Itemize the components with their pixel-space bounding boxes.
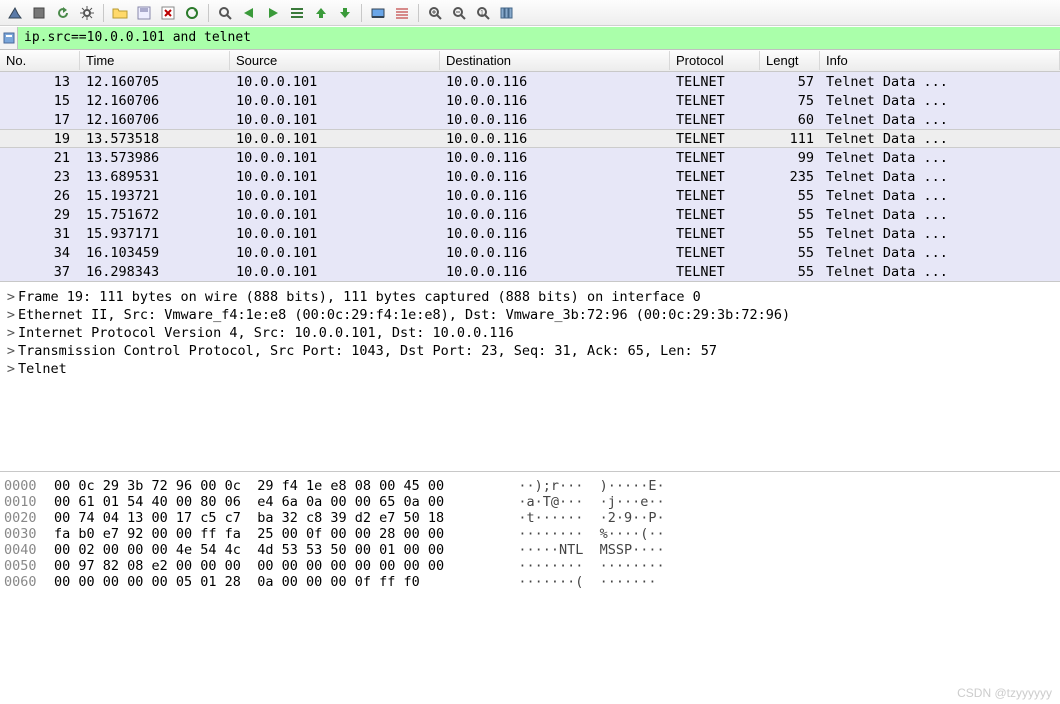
shark-fin-icon[interactable]: [4, 2, 26, 24]
tree-item-label: Transmission Control Protocol, Src Port:…: [18, 343, 717, 359]
blue-box-icon[interactable]: [367, 2, 389, 24]
find-icon[interactable]: [214, 2, 236, 24]
chevron-right-icon[interactable]: >: [4, 325, 18, 341]
chevron-right-icon[interactable]: >: [4, 361, 18, 377]
hex-bytes: 00 74 04 13 00 17 c5 c7 ba 32 c8 39 d2 e…: [54, 510, 494, 526]
main-toolbar: 1: [0, 0, 1060, 26]
lines-icon[interactable]: [391, 2, 413, 24]
hex-bytes: fa b0 e7 92 00 00 ff fa 25 00 0f 00 00 2…: [54, 526, 494, 542]
column-header-info[interactable]: Info: [820, 51, 1060, 70]
packet-list-pane: No.TimeSourceDestinationProtocolLengtInf…: [0, 50, 1060, 282]
display-filter-bar: [0, 26, 1060, 50]
tree-item[interactable]: > Internet Protocol Version 4, Src: 10.0…: [4, 324, 1056, 342]
tree-item-label: Ethernet II, Src: Vmware_f4:1e:e8 (00:0c…: [18, 307, 790, 323]
zoom-in-icon[interactable]: [424, 2, 446, 24]
bookmark-filter-icon[interactable]: [0, 27, 18, 49]
packet-row[interactable]: 3115.93717110.0.0.10110.0.0.116TELNET55T…: [0, 224, 1060, 243]
arrow-down-icon[interactable]: [334, 2, 356, 24]
hex-bytes: 00 61 01 54 40 00 80 06 e4 6a 0a 00 00 6…: [54, 494, 494, 510]
chevron-right-icon[interactable]: >: [4, 343, 18, 359]
close-x-icon[interactable]: [157, 2, 179, 24]
hex-bytes: 00 0c 29 3b 72 96 00 0c 29 f4 1e e8 08 0…: [54, 478, 494, 494]
packet-list-body: 1312.16070510.0.0.10110.0.0.116TELNET57T…: [0, 72, 1060, 281]
hex-offset: 0060: [4, 574, 54, 590]
zoom-out-icon[interactable]: [448, 2, 470, 24]
arrow-up-icon[interactable]: [310, 2, 332, 24]
hex-offset: 0010: [4, 494, 54, 510]
hex-bytes: 00 00 00 00 00 05 01 28 0a 00 00 00 0f f…: [54, 574, 494, 590]
hex-offset: 0020: [4, 510, 54, 526]
gear-icon[interactable]: [76, 2, 98, 24]
tree-item[interactable]: > Transmission Control Protocol, Src Por…: [4, 342, 1056, 360]
tree-item-label: Frame 19: 111 bytes on wire (888 bits), …: [18, 289, 701, 305]
column-header-time[interactable]: Time: [80, 51, 230, 70]
hex-offset: 0000: [4, 478, 54, 494]
hex-ascii: ·······( ·······: [494, 574, 657, 590]
hex-ascii: ·a·T@··· ·j···e··: [494, 494, 665, 510]
hex-offset: 0030: [4, 526, 54, 542]
display-filter-input[interactable]: [18, 27, 1060, 49]
reload-circle-icon[interactable]: [181, 2, 203, 24]
tree-item[interactable]: > Ethernet II, Src: Vmware_f4:1e:e8 (00:…: [4, 306, 1056, 324]
packet-row[interactable]: 3716.29834310.0.0.10110.0.0.116TELNET55T…: [0, 262, 1060, 281]
goto-list-icon[interactable]: [286, 2, 308, 24]
chevron-right-icon[interactable]: >: [4, 289, 18, 305]
hex-bytes: 00 02 00 00 00 4e 54 4c 4d 53 53 50 00 0…: [54, 542, 494, 558]
hex-row[interactable]: 006000 00 00 00 00 05 01 28 0a 00 00 00 …: [4, 574, 1056, 590]
watermark: CSDN @tzyyyyyy: [957, 686, 1052, 700]
tree-item[interactable]: > Telnet: [4, 360, 1056, 378]
hex-offset: 0050: [4, 558, 54, 574]
hex-ascii: ·t······ ·2·9··P·: [494, 510, 665, 526]
packet-details-pane[interactable]: > Frame 19: 111 bytes on wire (888 bits)…: [0, 282, 1060, 472]
hex-bytes: 00 97 82 08 e2 00 00 00 00 00 00 00 00 0…: [54, 558, 494, 574]
hex-row[interactable]: 0030fa b0 e7 92 00 00 ff fa 25 00 0f 00 …: [4, 526, 1056, 542]
column-header-lengt[interactable]: Lengt: [760, 51, 820, 70]
hex-ascii: ········ ········: [494, 558, 665, 574]
tree-item[interactable]: > Frame 19: 111 bytes on wire (888 bits)…: [4, 288, 1056, 306]
arrow-left-green-icon[interactable]: [238, 2, 260, 24]
zoom-reset-icon[interactable]: 1: [472, 2, 494, 24]
tree-item-label: Internet Protocol Version 4, Src: 10.0.0…: [18, 325, 514, 341]
refresh-icon[interactable]: [52, 2, 74, 24]
hex-ascii: ········ %····(··: [494, 526, 665, 542]
toolbar-separator: [208, 4, 209, 22]
hex-row[interactable]: 000000 0c 29 3b 72 96 00 0c 29 f4 1e e8 …: [4, 478, 1056, 494]
folder-open-icon[interactable]: [109, 2, 131, 24]
packet-list-header: No.TimeSourceDestinationProtocolLengtInf…: [0, 50, 1060, 72]
hex-ascii: ·····NTL MSSP····: [494, 542, 665, 558]
hex-row[interactable]: 004000 02 00 00 00 4e 54 4c 4d 53 53 50 …: [4, 542, 1056, 558]
packet-row[interactable]: 2313.68953110.0.0.10110.0.0.116TELNET235…: [0, 167, 1060, 186]
hex-row[interactable]: 002000 74 04 13 00 17 c5 c7 ba 32 c8 39 …: [4, 510, 1056, 526]
svg-text:1: 1: [480, 10, 484, 17]
columns-icon[interactable]: [496, 2, 518, 24]
packet-row[interactable]: 3416.10345910.0.0.10110.0.0.116TELNET55T…: [0, 243, 1060, 262]
chevron-right-icon[interactable]: >: [4, 307, 18, 323]
hex-ascii: ··);r··· )·····E·: [494, 478, 665, 494]
packet-row[interactable]: 1312.16070510.0.0.10110.0.0.116TELNET57T…: [0, 72, 1060, 91]
hex-row[interactable]: 001000 61 01 54 40 00 80 06 e4 6a 0a 00 …: [4, 494, 1056, 510]
column-header-destination[interactable]: Destination: [440, 51, 670, 70]
hex-row[interactable]: 005000 97 82 08 e2 00 00 00 00 00 00 00 …: [4, 558, 1056, 574]
tree-item-label: Telnet: [18, 361, 67, 377]
square-stop-icon[interactable]: [28, 2, 50, 24]
toolbar-separator: [103, 4, 104, 22]
packet-row[interactable]: 1712.16070610.0.0.10110.0.0.116TELNET60T…: [0, 110, 1060, 129]
toolbar-separator: [361, 4, 362, 22]
packet-row[interactable]: 2915.75167210.0.0.10110.0.0.116TELNET55T…: [0, 205, 1060, 224]
packet-row[interactable]: 2113.57398610.0.0.10110.0.0.116TELNET99T…: [0, 148, 1060, 167]
toolbar-separator: [418, 4, 419, 22]
packet-bytes-pane[interactable]: 000000 0c 29 3b 72 96 00 0c 29 f4 1e e8 …: [0, 472, 1060, 632]
column-header-no[interactable]: No.: [0, 51, 80, 70]
column-header-protocol[interactable]: Protocol: [670, 51, 760, 70]
save-icon[interactable]: [133, 2, 155, 24]
packet-row[interactable]: 2615.19372110.0.0.10110.0.0.116TELNET55T…: [0, 186, 1060, 205]
hex-offset: 0040: [4, 542, 54, 558]
packet-row[interactable]: 1913.57351810.0.0.10110.0.0.116TELNET111…: [0, 129, 1060, 148]
arrow-right-green-icon[interactable]: [262, 2, 284, 24]
column-header-source[interactable]: Source: [230, 51, 440, 70]
packet-row[interactable]: 1512.16070610.0.0.10110.0.0.116TELNET75T…: [0, 91, 1060, 110]
